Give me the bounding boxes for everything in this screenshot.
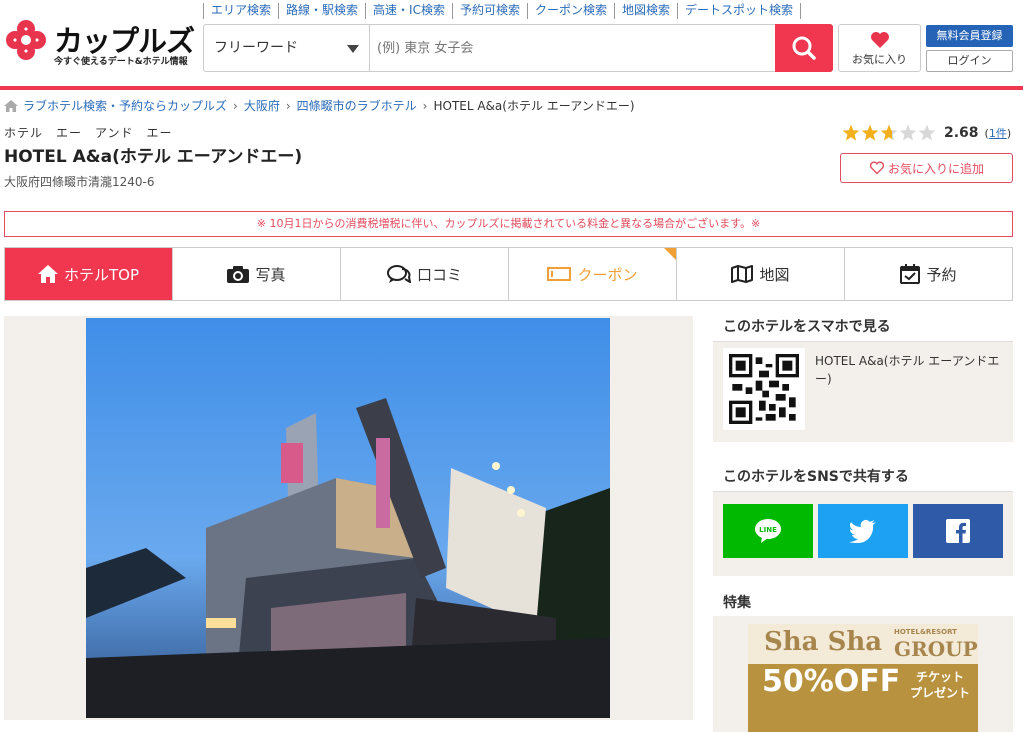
breadcrumb: ラブホテル検索・予約ならカップルズ › 大阪府 › 四條畷市のラブホテル › H…: [4, 97, 635, 114]
line-icon: LINE: [755, 519, 781, 543]
star-icon: [842, 124, 860, 141]
home-icon: [37, 265, 58, 283]
sns-share-panel: LINE: [713, 492, 1013, 576]
star-icon: [918, 124, 936, 141]
favorites-label: お気に入り: [852, 53, 907, 66]
comment-icon: [386, 265, 411, 283]
banner-ticket: チケット: [916, 670, 965, 684]
heart-icon: [870, 32, 889, 48]
hotel-photo-panel: [4, 316, 693, 720]
heart-outline-icon: [869, 161, 885, 175]
sns-section-title: このホテルをSNSで共有する: [713, 460, 1013, 492]
site-logo[interactable]: カップルズ 今すぐ使えるデート&ホテル情報: [4, 18, 195, 68]
tax-notice: ※ 10月1日からの消費税増税に伴い、カップルズに掲載されている料金と異なる場合…: [4, 211, 1013, 237]
search-type-select[interactable]: フリーワード: [204, 25, 370, 71]
map-icon: [731, 265, 754, 283]
login-button[interactable]: ログイン: [926, 50, 1013, 72]
breadcrumb-link-prefecture[interactable]: 大阪府: [244, 97, 280, 114]
tab-label: ホテルTOP: [63, 265, 139, 284]
new-badge-corner: [664, 248, 676, 260]
qr-code-icon: [729, 354, 799, 424]
banner-resort: HOTEL&RESORT: [894, 628, 957, 636]
shasha-banner[interactable]: Sha Sha HOTEL&RESORT GROUP 50%OFF チケット プ…: [748, 624, 978, 732]
banner-offer: 50%OFF: [762, 664, 901, 699]
tab-label: 写真: [255, 265, 286, 284]
breadcrumb-separator: ›: [422, 98, 428, 113]
register-button[interactable]: 無料会員登録: [926, 25, 1013, 47]
nav-link-map[interactable]: 地図検索: [613, 3, 677, 19]
mobile-section-title: このホテルをスマホで見る: [713, 310, 1013, 342]
search-type-value: フリーワード: [214, 40, 298, 56]
review-count: (1件): [984, 127, 1012, 140]
hotel-address: 大阪府四條畷市清瀧1240-6: [4, 175, 155, 189]
search-icon: [792, 36, 816, 60]
tab-hotel-top[interactable]: ホテルTOP: [5, 248, 173, 300]
calendar-icon: [900, 264, 921, 284]
nav-link-area[interactable]: エリア検索: [203, 3, 278, 19]
search-input[interactable]: [371, 25, 776, 71]
favorites-button[interactable]: お気に入り: [838, 24, 921, 72]
tab-label: 口コミ: [416, 265, 462, 284]
banner-present: プレゼント: [910, 686, 971, 700]
search-button[interactable]: [775, 24, 833, 72]
mobile-qr-panel: HOTEL A&a(ホテル エーアンドエー): [713, 342, 1013, 442]
header-divider: [0, 86, 1023, 90]
star-icon: [861, 124, 879, 141]
feature-section-title: 特集: [723, 595, 751, 611]
nav-link-highway[interactable]: 高速・IC検索: [365, 3, 452, 19]
tab-map[interactable]: 地図: [677, 248, 845, 300]
tab-coupon[interactable]: クーポン: [509, 248, 677, 300]
coupon-icon: [547, 267, 572, 281]
nav-link-coupon[interactable]: クーポン検索: [526, 3, 614, 19]
tab-label: 地図: [759, 265, 790, 284]
rating-score: 2.68: [944, 125, 979, 141]
breadcrumb-separator: ›: [285, 98, 291, 113]
nav-link-reservable[interactable]: 予約可検索: [451, 3, 527, 19]
facebook-share-button[interactable]: [913, 504, 1003, 558]
line-icon-text: LINE: [759, 526, 777, 534]
star-icon: [880, 124, 898, 141]
star-icon: [899, 124, 917, 141]
hotel-exterior-image: [86, 318, 610, 718]
tab-reviews[interactable]: 口コミ: [341, 248, 509, 300]
logo-flower-icon: [6, 20, 46, 60]
line-share-button[interactable]: LINE: [723, 504, 813, 558]
tab-photos[interactable]: 写真: [173, 248, 341, 300]
banner-brand: Sha Sha: [764, 627, 883, 657]
rating-stars: [842, 124, 936, 141]
add-favorite-label: お気に入りに追加: [887, 161, 984, 176]
tab-label: 予約: [926, 265, 957, 284]
hotel-title: HOTEL A&a(ホテル エーアンドエー): [4, 147, 303, 167]
nav-link-datespot[interactable]: デートスポット検索: [677, 3, 802, 19]
hotel-name-kana: ホテル エー アンド エー: [4, 126, 173, 140]
mobile-hotel-name: HOTEL A&a(ホテル エーアンドエー): [815, 354, 1000, 386]
breadcrumb-link-city[interactable]: 四條畷市のラブホテル: [297, 97, 417, 114]
search-bar: フリーワード: [203, 24, 833, 72]
rating-summary: 2.68 (1件): [842, 124, 1011, 142]
qr-code: [723, 348, 805, 430]
camera-icon: [227, 266, 250, 283]
chevron-down-icon: [347, 45, 359, 53]
nav-link-station[interactable]: 路線・駅検索: [278, 3, 365, 19]
add-favorite-button[interactable]: お気に入りに追加: [840, 153, 1013, 183]
twitter-icon: [849, 519, 876, 543]
banner-group: GROUP: [894, 637, 978, 661]
breadcrumb-current: HOTEL A&a(ホテル エーアンドエー): [433, 99, 635, 113]
breadcrumb-separator: ›: [233, 98, 238, 113]
hotel-exterior-photo[interactable]: [86, 318, 610, 718]
breadcrumb-link-home[interactable]: ラブホテル検索・予約ならカップルズ: [23, 97, 227, 114]
facebook-icon: [946, 519, 970, 543]
top-nav-links: エリア検索 路線・駅検索 高速・IC検索 予約可検索 クーポン検索 地図検索 デ…: [203, 3, 802, 19]
twitter-share-button[interactable]: [818, 504, 908, 558]
sidebar: このホテルをスマホで見る HOTEL A&a(ホテル エーアンドエー) このホテ…: [713, 310, 1013, 732]
tab-label: クーポン: [577, 265, 638, 284]
tab-reservation[interactable]: 予約: [845, 248, 1012, 300]
hotel-tabs: ホテルTOP 写真 口コミ クーポン 地図 予約: [4, 247, 1013, 301]
home-icon: [4, 99, 18, 112]
logo-tagline: 今すぐ使えるデート&ホテル情報: [54, 57, 188, 67]
review-count-link[interactable]: 1件: [989, 127, 1007, 140]
feature-panel: Sha Sha HOTEL&RESORT GROUP 50%OFF チケット プ…: [713, 616, 1013, 732]
site-header: カップルズ 今すぐ使えるデート&ホテル情報 エリア検索 路線・駅検索 高速・IC…: [0, 0, 1023, 86]
